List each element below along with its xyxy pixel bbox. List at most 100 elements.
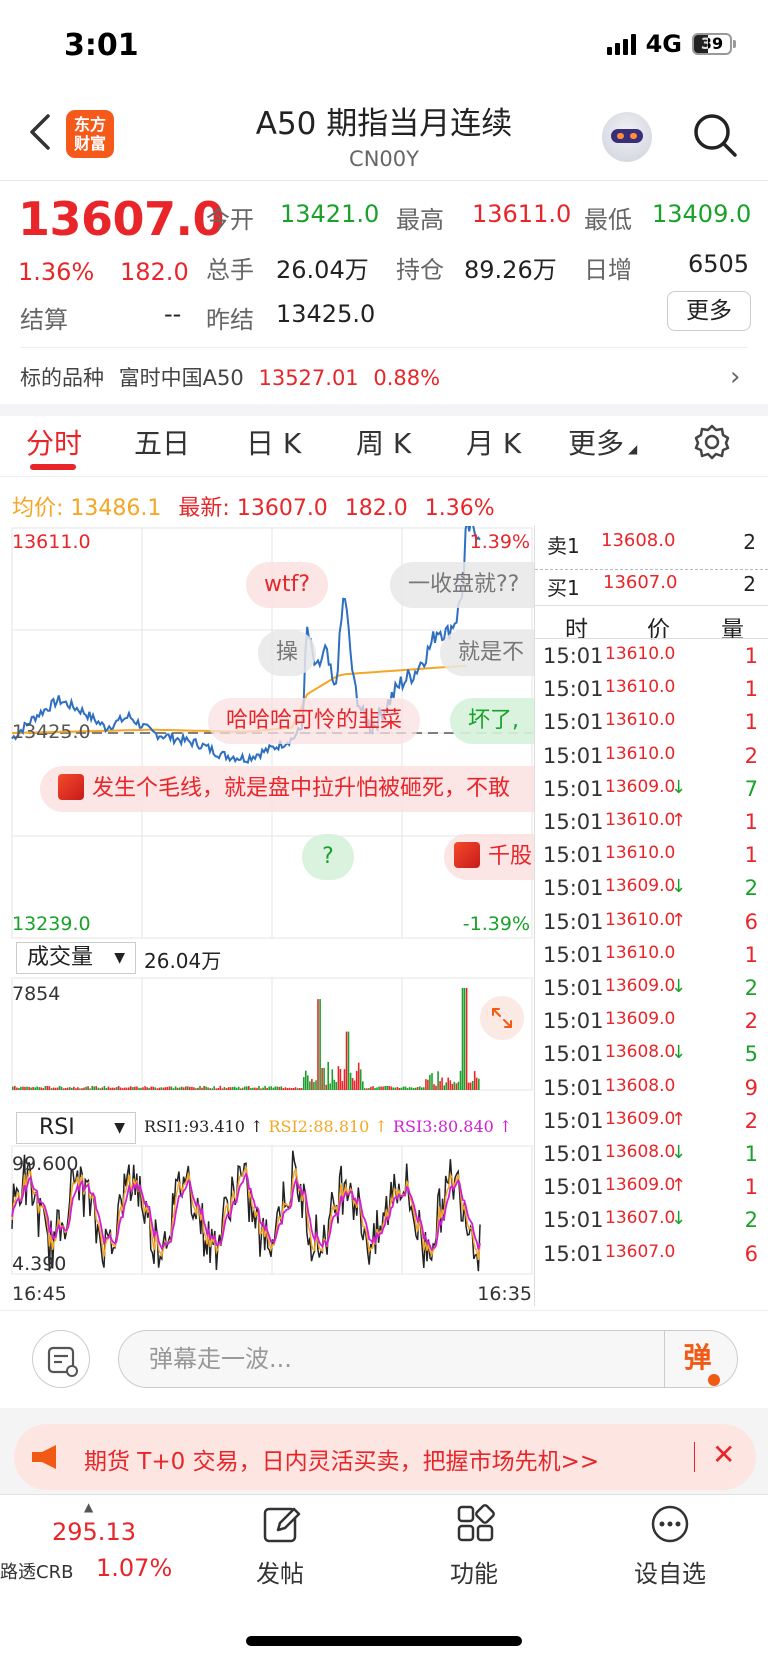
danmaku-bubble: 千股 <box>444 834 534 880</box>
tick-time: 15:01 <box>543 1142 604 1166</box>
volume-bar <box>353 1080 356 1090</box>
tick-qty: 6 <box>744 909 758 934</box>
tabs-divider <box>0 476 768 477</box>
volume-bar <box>298 1088 301 1090</box>
danmaku-input[interactable]: 弹幕走一波... <box>118 1330 738 1388</box>
change-pct: 1.36% <box>18 258 95 286</box>
tick-qty: 2 <box>744 1208 758 1233</box>
tick-row: 15:01 13610.0 ↑ 6 <box>535 910 768 945</box>
volume-bar <box>447 1077 449 1090</box>
close-icon[interactable]: ✕ <box>712 1438 735 1471</box>
volume-label: 总手 <box>206 256 254 284</box>
dropdown-icon: ▼ <box>114 1120 125 1136</box>
volume-bar <box>272 1087 275 1090</box>
volume-bar <box>24 1086 26 1090</box>
volume-axis-top: 7854 <box>12 983 60 1005</box>
volume-bar <box>187 1086 189 1090</box>
index-name[interactable]: 路透CRB <box>0 1558 73 1584</box>
tick-qty: 1 <box>744 1175 758 1200</box>
volume-bar <box>195 1088 197 1090</box>
volume-bar <box>276 1086 279 1090</box>
volume-bar <box>296 1088 299 1090</box>
volume-bar <box>449 1080 452 1090</box>
tick-arrow-icon: ↑ <box>671 1108 687 1130</box>
watchlist-nav-item[interactable] <box>650 1504 690 1548</box>
volume-bar <box>406 1088 409 1090</box>
volume-bar <box>160 1087 163 1090</box>
rsi-indicator-select[interactable]: RSI ▼ <box>16 1112 136 1144</box>
volume-bar <box>62 1088 65 1090</box>
tick-time: 15:01 <box>543 1042 604 1067</box>
volume-bar <box>437 1071 439 1090</box>
promo-separator <box>694 1442 695 1472</box>
volume-bar <box>288 1087 291 1090</box>
settle-value: -- <box>164 300 182 328</box>
volume-bar <box>225 1088 228 1090</box>
underlying-row[interactable]: 标的品种 富时中国A50 13527.01 0.88% <box>20 362 440 392</box>
volume-bar <box>427 1079 429 1090</box>
volume-bar <box>89 1088 91 1090</box>
volume-bar <box>386 1085 388 1090</box>
volume-bar <box>32 1087 34 1090</box>
index-value[interactable]: 295.13 <box>52 1518 136 1546</box>
post-label[interactable]: 发帖 <box>256 1554 304 1589</box>
index-pct[interactable]: 1.07% <box>96 1554 172 1582</box>
tick-price: 13608.0 <box>605 1042 676 1063</box>
search-icon[interactable] <box>692 112 738 158</box>
volume-bar <box>335 1082 338 1090</box>
tick-time: 15:01 <box>543 710 604 735</box>
volume-bar <box>290 1088 293 1090</box>
volume-bar <box>256 1087 258 1090</box>
tab-five-day[interactable]: 五日 <box>134 422 190 462</box>
tick-time: 15:01 <box>543 843 604 868</box>
volume-indicator-select[interactable]: 成交量 ▼ <box>16 942 136 974</box>
tick-price: 13610.0 <box>605 843 676 864</box>
tick-arrow-icon: ↓ <box>671 1142 687 1163</box>
post-nav-item[interactable] <box>262 1504 302 1548</box>
danmaku-settings-icon[interactable] <box>32 1330 90 1388</box>
tab-daily-k[interactable]: 日 K <box>246 422 301 462</box>
megaphone-icon <box>32 1445 56 1469</box>
volume-bar <box>105 1088 108 1090</box>
volume-bar <box>166 1087 169 1090</box>
red-envelope-icon <box>58 774 84 800</box>
volume-bar <box>359 1069 362 1090</box>
tab-monthly-k[interactable]: 月 K <box>466 422 521 462</box>
tick-price: 13609.0 <box>605 1009 676 1030</box>
volume-select-label: 成交量 <box>27 945 94 970</box>
volume-bar <box>325 1084 327 1090</box>
function-nav-item[interactable] <box>456 1504 496 1548</box>
tab-intraday[interactable]: 分时 <box>26 422 82 462</box>
tick-qty: 5 <box>744 1042 758 1067</box>
volume-bar <box>40 1087 43 1090</box>
danmaku-text: 发生个毛线，就是盘中拉升怕被砸死，不敢 <box>92 776 511 801</box>
more-quote-button[interactable]: 更多 <box>667 291 751 331</box>
chart-stats: 均价: 13486.1 最新: 13607.0 182.0 1.36% <box>12 490 495 522</box>
tab-more[interactable]: 更多 ◢ <box>568 422 637 462</box>
time-axis-start: 16:45 <box>12 1283 67 1305</box>
danmaku-toggle-button[interactable]: 弹 <box>664 1330 738 1388</box>
promo-text[interactable]: 期货 T+0 交易，日内灵活买卖，把握市场先机>> <box>84 1442 599 1476</box>
sell1-label: 卖1 <box>547 534 580 558</box>
expand-icon[interactable] <box>480 996 524 1040</box>
gear-icon[interactable] <box>692 422 732 462</box>
volume-bar <box>433 1084 435 1090</box>
volume-bar <box>478 1078 480 1090</box>
tab-weekly-k[interactable]: 周 K <box>356 422 411 462</box>
latest-value: 13607.0 <box>236 496 328 521</box>
volume-bar <box>459 1070 462 1090</box>
caret-up-icon: ▲ <box>84 1500 94 1514</box>
volume-bar <box>229 1087 232 1090</box>
function-label[interactable]: 功能 <box>450 1554 498 1589</box>
volume-bar <box>423 1087 425 1090</box>
volume-bar <box>233 1086 236 1090</box>
open-label: 今开 <box>206 206 254 234</box>
volume-bar <box>382 1086 384 1090</box>
volume-bar <box>303 1077 305 1090</box>
volume-bar <box>123 1087 126 1090</box>
volume-bar <box>414 1087 417 1090</box>
chevron-right-icon[interactable]: › <box>730 362 740 392</box>
volume-bar <box>60 1086 63 1090</box>
assistant-robot-icon[interactable] <box>602 112 652 162</box>
watchlist-label[interactable]: 设自选 <box>634 1554 706 1589</box>
